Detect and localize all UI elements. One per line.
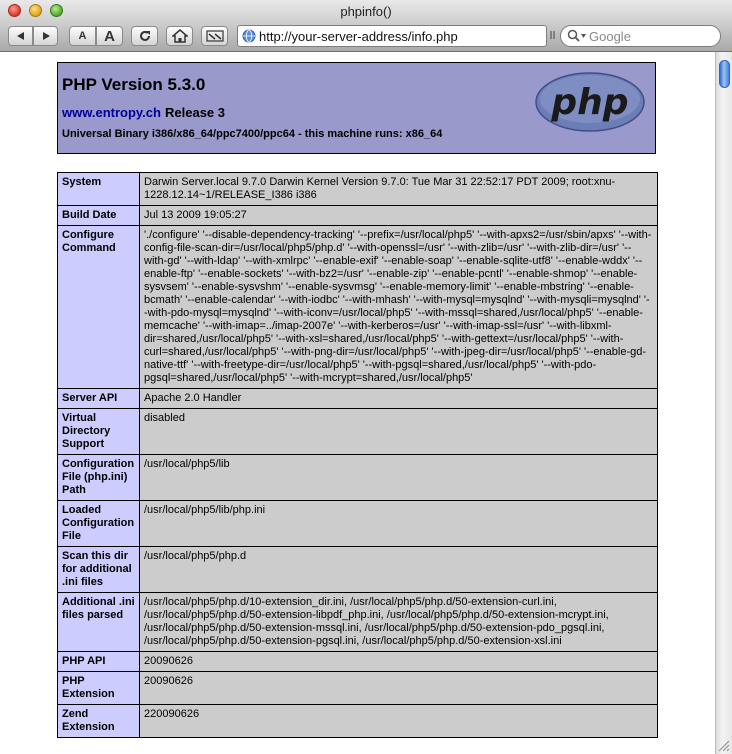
search-icon [567,29,586,42]
table-row: PHP API 20090626 [57,651,658,672]
row-label: Zend Extension [57,704,140,738]
row-value: Darwin Server.local 9.7.0 Darwin Kernel … [139,172,658,206]
forward-arrow-icon [42,32,50,40]
table-row: Additional .ini files parsed/usr/local/p… [57,592,658,652]
row-value: 20090626 [139,651,658,672]
resize-handle-icon [550,31,555,39]
phpinfo-table: System Darwin Server.local 9.7.0 Darwin K… [57,172,658,738]
table-row: Loaded Configuration File/usr/local/php5… [57,500,658,547]
table-row: Scan this dir for additional .ini files /… [57,546,658,593]
row-label: Scan this dir for additional .ini files [57,546,140,593]
row-label: PHP API [57,651,140,672]
search-field[interactable]: Google [560,25,721,47]
row-label: System [57,172,140,206]
browser-toolbar: A A http://your-server-address/info.php [0,22,732,52]
globe-icon [242,29,256,43]
snapback-icon [205,30,224,42]
row-value: /usr/local/php5/lib/php.ini [139,500,658,547]
row-value: 20090626 [139,671,658,705]
row-label: Build Date [57,205,140,226]
row-value: Jul 13 2009 19:05:27 [139,205,658,226]
snapback-button[interactable] [201,26,228,46]
scrollbar-thumb[interactable] [719,60,730,88]
address-resize-handle[interactable] [550,30,558,43]
row-value: /usr/local/php5/php.d/10-extension_dir.i… [139,592,658,652]
table-row: System Darwin Server.local 9.7.0 Darwin K… [57,172,658,206]
row-value: /usr/local/php5/lib [139,454,658,501]
table-row: Configuration File (php.ini) Path/usr/lo… [57,454,658,501]
reload-icon [139,30,150,41]
php-header: PHP Version 5.3.0 www.entropy.ch Release… [57,62,656,154]
row-label: Additional .ini files parsed [57,592,140,652]
back-arrow-icon [16,32,24,40]
home-button[interactable] [166,26,193,46]
table-row: Zend Extension 220090626 [57,704,658,738]
window-resize-grip[interactable] [716,738,730,752]
home-icon [171,29,188,43]
php-logo: php [535,72,645,132]
window-titlebar: phpinfo() [0,0,732,23]
row-value: Apache 2.0 Handler [139,388,658,409]
row-value: /usr/local/php5/php.d [139,546,658,593]
address-bar[interactable]: http://your-server-address/info.php [237,25,547,47]
text-bigger-button[interactable]: A [96,26,123,46]
search-placeholder: Google [589,29,631,44]
row-label: Loaded Configuration File [57,500,140,547]
back-button[interactable] [8,26,33,46]
row-value: './configure' '--disable-dependency-trac… [139,225,658,389]
row-label: Configure Command [57,225,140,389]
forward-button[interactable] [33,26,58,46]
row-value: 220090626 [139,704,658,738]
row-label: Virtual Directory Support [57,408,140,455]
table-row: Configure Command './configure' '--disabl… [57,225,658,389]
reload-button[interactable] [131,26,158,46]
table-row: PHP Extension 20090626 [57,671,658,705]
table-row: Virtual Directory Support disabled [57,408,658,455]
row-label: PHP Extension [57,671,140,705]
page-content: PHP Version 5.3.0 www.entropy.ch Release… [0,52,715,754]
url-text: http://your-server-address/info.php [259,29,458,44]
architecture-info: Universal Binary i386/x86_64/ppc7400/ppc… [62,128,443,140]
entropy-link[interactable]: www.entropy.ch [62,105,161,120]
window-title: phpinfo() [340,4,392,19]
row-value: disabled [139,408,658,455]
vertical-scrollbar[interactable] [715,52,732,754]
release-label: Release 3 [165,105,225,120]
text-smaller-button[interactable]: A [69,26,96,46]
php-logo-text: php [550,82,628,123]
table-row: Server API Apache 2.0 Handler [57,388,658,409]
row-label: Server API [57,388,140,409]
php-version-title: PHP Version 5.3.0 [62,75,206,94]
row-label: Configuration File (php.ini) Path [57,454,140,501]
table-row: Build Date Jul 13 2009 19:05:27 [57,205,658,226]
